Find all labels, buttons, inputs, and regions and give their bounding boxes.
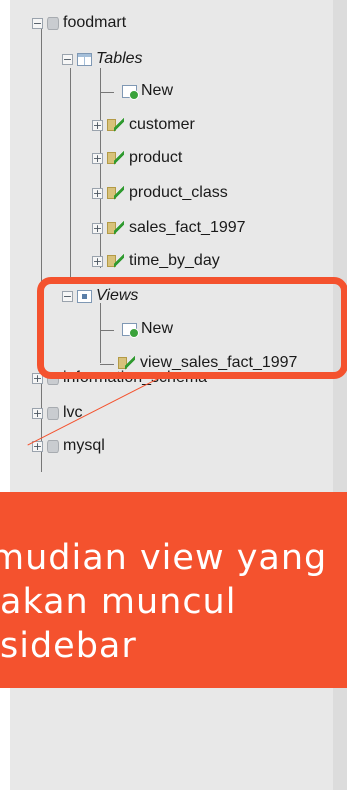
tree-item-label: mysql bbox=[63, 437, 105, 454]
tables-icon bbox=[77, 52, 92, 66]
tree-item-table[interactable]: + customer bbox=[92, 112, 195, 138]
table-icon bbox=[107, 151, 125, 165]
callout-box: mudian view yang akan muncul sidebar bbox=[0, 492, 347, 688]
tree-item-table[interactable]: + product_class bbox=[92, 180, 228, 206]
expand-toggle-icon[interactable]: + bbox=[32, 407, 43, 419]
tree-item-foodmart[interactable]: − foodmart bbox=[32, 10, 126, 36]
table-icon bbox=[107, 118, 125, 132]
tree-item-label: Tables bbox=[96, 50, 143, 67]
new-table-icon bbox=[122, 84, 139, 100]
callout-line: akan muncul bbox=[0, 582, 237, 622]
database-icon bbox=[47, 439, 59, 453]
tree-item-label: New bbox=[141, 82, 174, 99]
tree-item-new-table[interactable]: New bbox=[122, 78, 173, 104]
callout-line: sidebar bbox=[0, 626, 137, 666]
database-icon bbox=[47, 406, 59, 420]
tree-item-label: lvc bbox=[63, 404, 83, 421]
table-icon bbox=[107, 221, 125, 235]
tree-item-database[interactable]: + lvc bbox=[32, 400, 83, 426]
expand-toggle-icon[interactable]: + bbox=[92, 119, 103, 131]
table-icon bbox=[107, 186, 125, 200]
collapse-toggle-icon[interactable]: − bbox=[32, 17, 43, 29]
tree-item-label: product_class bbox=[129, 184, 228, 201]
tree-item-label: product bbox=[129, 149, 183, 166]
tree-item-table[interactable]: + sales_fact_1997 bbox=[92, 215, 246, 241]
tree-connector bbox=[70, 68, 71, 280]
highlight-frame bbox=[37, 277, 347, 379]
callout-line: mudian view yang bbox=[0, 538, 328, 578]
tree-connector bbox=[100, 92, 114, 93]
expand-toggle-icon[interactable]: + bbox=[92, 152, 103, 164]
tree-item-label: foodmart bbox=[63, 14, 127, 31]
tree-item-label: time_by_day bbox=[129, 252, 220, 269]
expand-toggle-icon[interactable]: + bbox=[92, 187, 103, 199]
tree-item-table[interactable]: + time_by_day bbox=[92, 248, 220, 274]
table-icon bbox=[107, 254, 125, 268]
tree-item-tables[interactable]: − Tables bbox=[62, 46, 143, 72]
tree-item-label: sales_fact_1997 bbox=[129, 219, 246, 236]
callout-text: mudian view yang akan muncul sidebar bbox=[0, 536, 347, 668]
database-icon bbox=[47, 16, 59, 30]
collapse-toggle-icon[interactable]: − bbox=[62, 53, 73, 65]
expand-toggle-icon[interactable]: + bbox=[92, 222, 103, 234]
tree-item-label: customer bbox=[129, 116, 195, 133]
tree-item-table[interactable]: + product bbox=[92, 145, 182, 171]
expand-toggle-icon[interactable]: + bbox=[92, 255, 103, 267]
